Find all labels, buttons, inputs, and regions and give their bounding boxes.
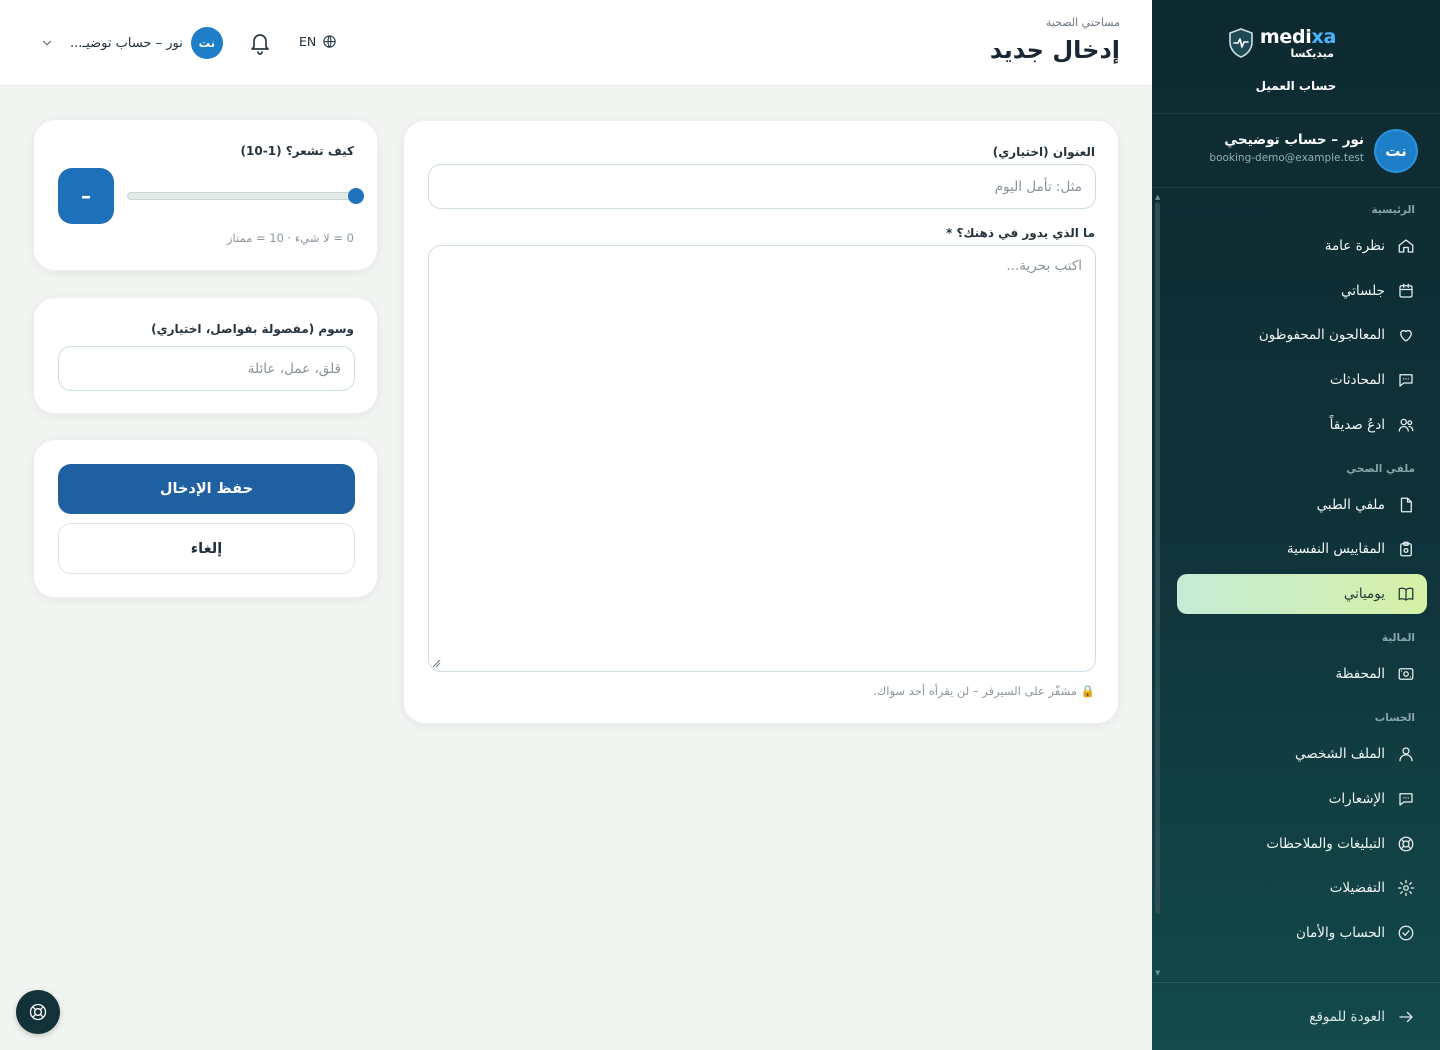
sidebar-item-label: المقاييس النفسية	[1286, 541, 1385, 558]
privacy-hint: 🔒 مشفّر على السيرفر – لن يقرأه أحد سواك.	[873, 684, 1095, 698]
sidebar-item-label: الحساب والأمان	[1296, 924, 1385, 941]
sidebar-item-label: ادعُ صديقاً	[1329, 416, 1385, 433]
header-user-name: نور – حساب توضيـ...	[70, 35, 183, 51]
save-button[interactable]: حفظ الإدخال	[58, 464, 355, 514]
scrollbar[interactable]: ▲ ▼	[1155, 194, 1160, 977]
language-label: EN	[299, 34, 317, 49]
sidebar-item-label: ملفي الطبي	[1316, 496, 1385, 513]
sidebar-item[interactable]: ادعُ صديقاً	[1177, 405, 1427, 445]
sidebar-item[interactable]: المحادثات	[1177, 360, 1427, 400]
mood-value-badge: –	[58, 168, 114, 224]
clipboard-icon	[1400, 542, 1412, 557]
sidebar-item-label: المعالجون المحفوظون	[1258, 327, 1385, 344]
mood-slider[interactable]	[127, 187, 364, 205]
sidebar-item[interactable]: يومياتي	[1177, 574, 1427, 615]
home-icon	[1398, 239, 1414, 253]
journal-entry-card: العنوان (اختياري) مثل: تأمل اليوم ما الذ…	[403, 120, 1119, 724]
person-icon	[1399, 747, 1413, 762]
sidebar-nav: ▲ ▼ الرئيسية نظرة عامة جلساتي المعالجون الم…	[1152, 190, 1440, 980]
tags-placeholder: قلق، عمل، عائلة	[247, 360, 341, 377]
arrow-right-icon	[1399, 1011, 1413, 1022]
brand-name[interactable]: medixa	[1260, 26, 1336, 48]
user-profile-block[interactable]: نت نور – حساب توضيحي booking-demo@exampl…	[1152, 114, 1440, 188]
sidebar-item-label: المحادثات	[1329, 372, 1385, 389]
tags-label: وسوم (مفصولة بفواصل، اختياري)	[151, 322, 354, 336]
sidebar-item-label: المحفظة	[1335, 666, 1385, 683]
heart-icon	[1400, 330, 1412, 343]
chevron-down-icon	[42, 40, 52, 46]
mood-range-hint: 0 = لا شيء · 10 = ممتاز	[226, 231, 354, 245]
actions-card: حفظ الإدخال إلغاء	[33, 439, 378, 598]
sidebar-item[interactable]: الإشعارات	[1177, 779, 1427, 819]
sidebar-item[interactable]: نظرة عامة	[1177, 226, 1427, 266]
accessibility-button[interactable]	[16, 990, 60, 1034]
chat-icon	[1399, 374, 1413, 387]
users-icon	[1398, 418, 1414, 432]
wallet-icon	[1398, 668, 1414, 681]
sidebar-item-label: الإشعارات	[1328, 790, 1385, 807]
page-title: إدخال جديد	[989, 36, 1120, 64]
mood-card: كيف تشعر؟ (1-10) – 0 = لا شيء · 10 = ممت…	[33, 119, 378, 271]
user-menu[interactable]: نور – حساب توضيـ... نت	[40, 27, 223, 59]
top-header: مساحتي الصحية إدخال جديد نور – حساب توضي…	[0, 0, 1152, 86]
globe-icon	[323, 35, 336, 48]
sidebar-item[interactable]: التفضيلات	[1177, 868, 1427, 908]
body-label: ما الذي يدور في ذهنك؟ *	[946, 226, 1095, 240]
slider-track	[127, 192, 356, 200]
sidebar: medixa ميديكسا حساب العميل نت نور – حساب…	[1152, 0, 1440, 1050]
back-to-site-label: العودة للموقع	[1309, 1008, 1385, 1025]
body-placeholder: اكتب بحرية...	[1006, 258, 1082, 274]
sidebar-item-label: الملف الشخصي	[1295, 746, 1385, 763]
bell-icon[interactable]	[248, 30, 272, 56]
avatar: نت	[190, 27, 223, 59]
user-email: booking-demo@example.test	[1209, 152, 1364, 164]
shield-logo-icon	[1229, 28, 1253, 58]
book-icon	[1398, 587, 1414, 601]
nav-section-title: الحساب	[1374, 712, 1415, 725]
calendar-icon	[1399, 283, 1413, 298]
breadcrumb[interactable]: مساحتي الصحية	[1046, 16, 1120, 29]
user-name: نور – حساب توضيحي	[1224, 132, 1364, 148]
title-input[interactable]: مثل: تأمل اليوم	[428, 164, 1096, 209]
sidebar-item[interactable]: المحفظة	[1177, 654, 1427, 694]
brand: medixa ميديكسا حساب العميل	[1152, 0, 1440, 114]
avatar: نت	[1374, 129, 1418, 173]
sidebar-item[interactable]: الحساب والأمان	[1177, 913, 1427, 953]
title-label: العنوان (اختياري)	[992, 145, 1095, 159]
lifebuoy-icon	[29, 1003, 47, 1021]
lifebuoy-icon	[1398, 836, 1414, 851]
sidebar-item[interactable]: المقاييس النفسية	[1177, 529, 1427, 569]
sidebar-item[interactable]: التبليغات والملاحظات	[1177, 824, 1427, 864]
sidebar-item-label: التبليغات والملاحظات	[1266, 835, 1385, 852]
check-circle-icon	[1398, 925, 1414, 941]
slider-handle[interactable]	[348, 188, 364, 204]
mood-label: كيف تشعر؟ (1-10)	[240, 144, 354, 158]
tags-input[interactable]: قلق، عمل، عائلة	[58, 346, 355, 391]
chat-icon	[1399, 792, 1413, 806]
sidebar-item[interactable]: المعالجون المحفوظون	[1177, 315, 1427, 355]
sidebar-item[interactable]: ملفي الطبي	[1177, 485, 1427, 525]
sidebar-item-label: نظرة عامة	[1324, 238, 1385, 254]
resize-handle-icon[interactable]	[432, 659, 441, 668]
brand-name-arabic: ميديكسا	[1290, 47, 1334, 60]
account-type-label: حساب العميل	[1255, 79, 1337, 93]
cancel-button[interactable]: إلغاء	[58, 523, 355, 574]
file-icon	[1400, 497, 1412, 513]
sidebar-item-label: التفضيلات	[1329, 880, 1385, 897]
nav-section-title: ملفي الصحي	[1346, 462, 1415, 475]
nav-section-title: المالية	[1381, 632, 1415, 645]
nav-section-title: الرئيسية	[1371, 204, 1415, 216]
title-placeholder: مثل: تأمل اليوم	[994, 178, 1082, 195]
sidebar-item-label: جلساتي	[1341, 282, 1385, 299]
back-to-site-link[interactable]: العودة للموقع	[1152, 982, 1440, 1050]
language-switcher[interactable]: EN	[299, 34, 337, 49]
sidebar-item[interactable]: جلساتي	[1177, 271, 1427, 311]
tags-card: وسوم (مفصولة بفواصل، اختياري) قلق، عمل، …	[33, 297, 378, 414]
sidebar-item[interactable]: الملف الشخصي	[1177, 734, 1427, 774]
gear-icon	[1397, 880, 1415, 897]
sidebar-item-label: يومياتي	[1343, 586, 1385, 603]
body-textarea[interactable]: اكتب بحرية...	[428, 245, 1096, 672]
